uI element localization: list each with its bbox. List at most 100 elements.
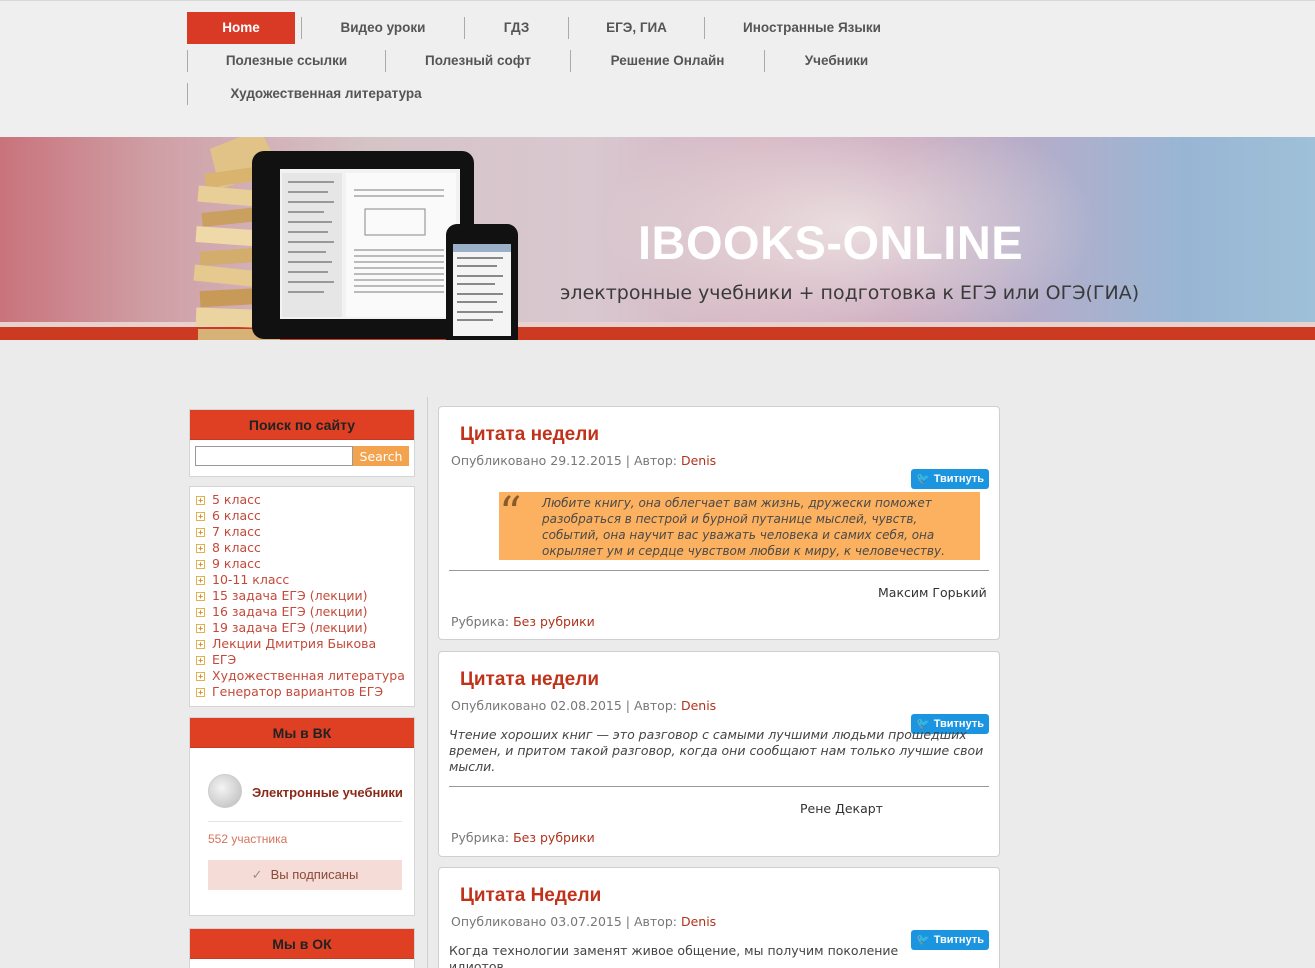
post-author-link[interactable]: Denis (681, 698, 716, 713)
post-text: Когда технологии заменят живое общение, … (449, 943, 899, 968)
category-list: +5 класс +6 класс +7 класс +8 класс +9 класс… (190, 487, 414, 704)
rubric-link[interactable]: Без рубрики (513, 830, 595, 845)
plus-icon: + (196, 639, 205, 649)
category-item[interactable]: +9 класс (195, 556, 409, 572)
vk-member-count[interactable]: 552 участника (208, 832, 287, 846)
quote-block: “ Любите книгу, она облегчает вам жизнь,… (499, 492, 980, 560)
search-button[interactable]: Search (353, 446, 409, 466)
category-item[interactable]: +5 класс (195, 492, 409, 508)
category-item[interactable]: + Генератор вариантов ЕГЭ (195, 684, 409, 700)
check-icon: ✓ (251, 867, 263, 882)
category-label: 10-11 класс (212, 572, 290, 587)
post-category: Рубрика: Без рубрики (451, 830, 595, 845)
search-input[interactable] (195, 446, 353, 466)
category-label: ЕГЭ (212, 652, 237, 667)
rubric-link[interactable]: Без рубрики (513, 614, 595, 629)
header-banner: IBOOKS-ONLINE электронные учебники + под… (0, 137, 1315, 340)
divider (449, 570, 989, 571)
nav-online-solutions[interactable]: Решение Онлайн (571, 45, 764, 77)
twitter-bird-icon: 🐦 (916, 473, 930, 485)
site-subtitle: электронные учебники + подготовка к ЕГЭ … (560, 282, 1140, 304)
nav-useful-software[interactable]: Полезный софт (386, 45, 570, 77)
post-title[interactable]: Цитата недели (460, 424, 599, 446)
plus-icon: + (196, 527, 205, 537)
category-label: 6 класс (212, 508, 261, 523)
top-navigation: Home Видео уроки ГДЗ ЕГЭ, ГИА Иностранны… (0, 0, 1315, 137)
quote-text: Любите книгу, она облегчает вам жизнь, д… (542, 496, 945, 558)
category-label: 5 класс (212, 492, 261, 507)
tweet-button[interactable]: 🐦 Твитнуть (911, 930, 989, 950)
post-text: Чтение хороших книг — это разговор с сам… (449, 727, 984, 774)
post: Цитата Недели Опубликовано 03.07.2015 | … (438, 867, 1000, 968)
category-label: 16 задача ЕГЭ (лекции) (212, 604, 368, 619)
quote-author: Рене Декарт (800, 801, 883, 816)
plus-icon: + (196, 495, 205, 505)
quote-mark-icon: “ (499, 488, 522, 539)
post-title[interactable]: Цитата недели (460, 669, 599, 691)
vk-widget-title: Мы в ВК (190, 718, 414, 748)
post: Цитата недели Опубликовано 02.08.2015 | … (438, 651, 1000, 857)
post-date: Опубликовано 03.07.2015 | Автор: (451, 914, 681, 929)
category-label: Художественная литература (212, 668, 405, 683)
nav-useful-links[interactable]: Полезные ссылки (188, 45, 385, 77)
vk-widget: Мы в ВК Электронные учебники 552 участни… (189, 717, 415, 916)
tablet-books-illustration (193, 137, 518, 340)
plus-icon: + (196, 511, 205, 521)
category-item[interactable]: + ЕГЭ (195, 652, 409, 668)
search-widget: Поиск по сайту Search (189, 409, 415, 477)
category-label: 19 задача ЕГЭ (лекции) (212, 620, 368, 635)
tweet-label: Твитнуть (933, 934, 984, 946)
twitter-bird-icon: 🐦 (916, 934, 930, 946)
nav-ege-gia[interactable]: ЕГЭ, ГИА (569, 12, 704, 44)
nav-video-lessons[interactable]: Видео уроки (302, 12, 464, 44)
ok-widget-title: Мы в ОК (190, 929, 414, 959)
category-item[interactable]: +7 класс (195, 524, 409, 540)
rubric-label: Рубрика: (451, 614, 514, 629)
nav-gdz[interactable]: ГДЗ (465, 12, 568, 44)
tablet-icon (252, 151, 474, 339)
content-divider (427, 397, 428, 968)
vk-group-name[interactable]: Электронные учебники (252, 785, 403, 800)
category-item[interactable]: +10-11 класс (195, 572, 409, 588)
post-meta: Опубликовано 03.07.2015 | Автор: Denis (451, 914, 716, 929)
plus-icon: + (196, 607, 205, 617)
category-item[interactable]: +6 класс (195, 508, 409, 524)
post: Цитата недели Опубликовано 29.12.2015 | … (438, 406, 1000, 640)
plus-icon: + (196, 559, 205, 569)
nav-foreign-languages[interactable]: Иностранные Языки (705, 12, 919, 44)
post-date: Опубликовано 02.08.2015 | Автор: (451, 698, 681, 713)
post-author-link[interactable]: Denis (681, 453, 716, 468)
quote-author: Максим Горький (878, 585, 987, 600)
post-category: Рубрика: Без рубрики (451, 614, 595, 629)
vk-group-avatar[interactable] (208, 774, 242, 808)
plus-icon: + (196, 543, 205, 553)
nav-home[interactable]: Home (187, 12, 295, 44)
category-label: 8 класс (212, 540, 261, 555)
post-title[interactable]: Цитата Недели (460, 885, 601, 907)
ok-widget: Мы в ОК (189, 928, 415, 968)
nav-textbooks[interactable]: Учебники (765, 45, 908, 77)
plus-icon: + (196, 655, 205, 665)
category-item[interactable]: + Художественная литература (195, 668, 409, 684)
tweet-button[interactable]: 🐦 Твитнуть (911, 469, 989, 489)
post-date: Опубликовано 29.12.2015 | Автор: (451, 453, 681, 468)
plus-icon: + (196, 591, 205, 601)
post-author-link[interactable]: Denis (681, 914, 716, 929)
nav-fiction[interactable]: Художественная литература (188, 78, 464, 110)
tweet-label: Твитнуть (933, 473, 984, 485)
vk-subscribed-button[interactable]: ✓ Вы подписаны (208, 860, 402, 890)
plus-icon: + (196, 671, 205, 681)
smartphone-icon (446, 224, 518, 340)
category-label: Лекции Дмитрия Быкова (212, 636, 377, 651)
category-item[interactable]: +16 задача ЕГЭ (лекции) (195, 604, 409, 620)
category-item[interactable]: +8 класс (195, 540, 409, 556)
plus-icon: + (196, 575, 205, 585)
category-label: 15 задача ЕГЭ (лекции) (212, 588, 368, 603)
category-item[interactable]: +15 задача ЕГЭ (лекции) (195, 588, 409, 604)
vk-subscribed-label: Вы подписаны (270, 867, 359, 882)
post-meta: Опубликовано 02.08.2015 | Автор: Denis (451, 698, 716, 713)
category-item[interactable]: +19 задача ЕГЭ (лекции) (195, 620, 409, 636)
category-item[interactable]: + Лекции Дмитрия Быкова (195, 636, 409, 652)
post-meta: Опубликовано 29.12.2015 | Автор: Denis (451, 453, 716, 468)
site-title[interactable]: IBOOKS-ONLINE (638, 215, 1023, 270)
